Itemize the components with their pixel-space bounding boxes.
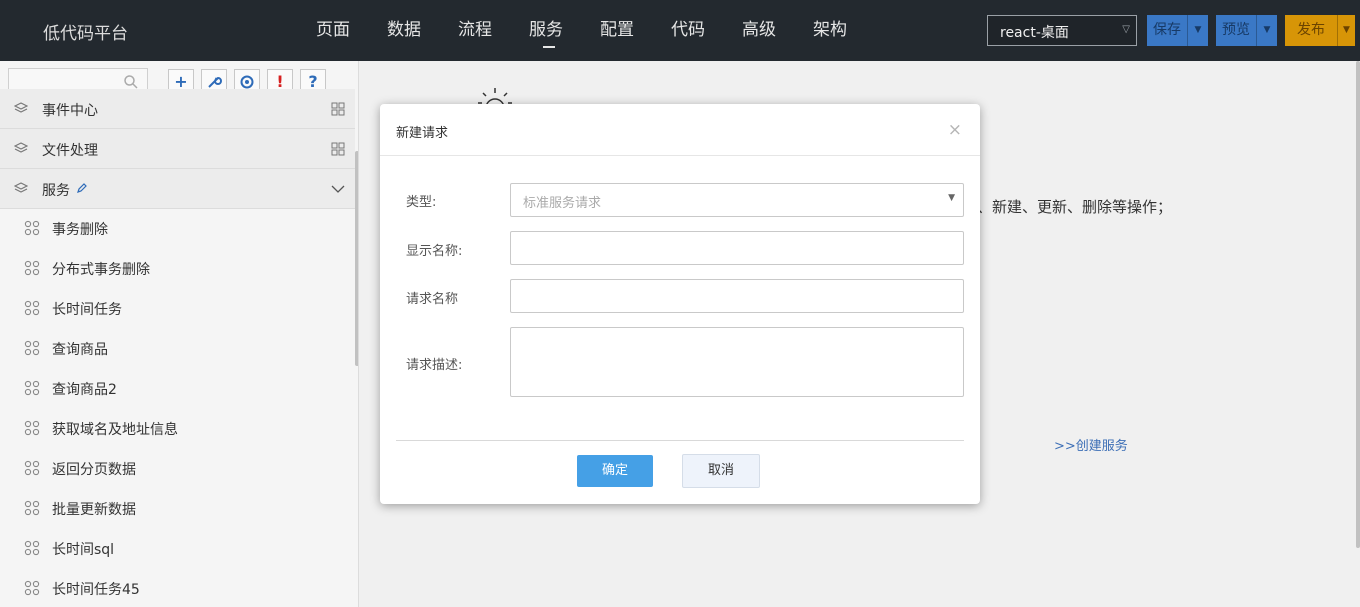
edit-pencil-icon[interactable]	[76, 182, 88, 194]
sidebar-item-service[interactable]: 长时间任务	[0, 288, 355, 328]
nav-item-data[interactable]: 数据	[387, 0, 421, 61]
sidebar-item-label: 返回分页数据	[52, 462, 136, 478]
app-logo: 低代码平台	[43, 24, 128, 44]
new-request-dialog: 新建请求 × 类型: 标准服务请求 ▼ 显示名称: 请求名称 请求描述: 确定 …	[380, 104, 980, 504]
target-icon	[240, 75, 254, 89]
service-hint-text: 询、新建、更新、删除等操作；	[962, 198, 1173, 216]
nav-item-advanced[interactable]: 高级	[742, 0, 776, 61]
sidebar-item-label: 获取域名及地址信息	[52, 422, 178, 438]
nav-item-config[interactable]: 配置	[600, 0, 634, 61]
display-name-input[interactable]	[510, 231, 964, 265]
preview-button[interactable]: 预览	[1216, 15, 1256, 46]
service-node-icon	[24, 500, 40, 516]
service-node-icon	[24, 260, 40, 276]
env-select-value: react-桌面	[1000, 25, 1069, 41]
grid-icon	[331, 142, 345, 156]
sidebar-group-label: 文件处理	[42, 143, 98, 159]
dialog-title: 新建请求	[396, 126, 449, 141]
dialog-divider	[396, 440, 964, 441]
chevron-down-icon: ▽	[1122, 24, 1130, 35]
nav-item-services[interactable]: 服务	[529, 0, 563, 61]
service-node-icon	[24, 580, 40, 596]
main-scrollbar[interactable]	[1356, 61, 1360, 548]
sidebar-item-label: 长时间sql	[52, 542, 115, 558]
sidebar-item-service[interactable]: 长时间任务45	[0, 568, 355, 607]
service-node-icon	[24, 380, 40, 396]
service-node-icon	[24, 420, 40, 436]
save-dropdown-icon[interactable]: ▼	[1187, 15, 1208, 46]
sidebar-item-service[interactable]: 分布式事务删除	[0, 248, 355, 288]
sidebar-item-label: 事务删除	[52, 222, 108, 238]
create-service-link[interactable]: >>创建服务	[1054, 435, 1128, 454]
request-description-textarea[interactable]	[510, 327, 964, 397]
chevron-down-icon[interactable]	[331, 182, 345, 196]
service-node-icon	[24, 340, 40, 356]
sidebar-item-service[interactable]: 事务删除	[0, 208, 355, 248]
sidebar-item-label: 分布式事务删除	[52, 262, 150, 278]
sidebar-group-label: 事件中心	[42, 103, 98, 119]
confirm-button[interactable]: 确定	[577, 455, 653, 487]
preview-dropdown-icon[interactable]: ▼	[1256, 15, 1277, 46]
sidebar-item-label: 查询商品	[52, 342, 108, 358]
save-button[interactable]: 保存	[1147, 15, 1187, 46]
layers-icon	[14, 102, 28, 113]
display-name-label: 显示名称:	[406, 244, 463, 259]
nav-item-flow[interactable]: 流程	[458, 0, 492, 61]
publish-dropdown-icon[interactable]: ▼	[1337, 15, 1355, 46]
nav-item-architecture[interactable]: 架构	[813, 0, 847, 61]
service-node-icon	[24, 220, 40, 236]
main-nav: 页面 数据 流程 服务 配置 代码 高级 架构	[316, 0, 884, 61]
nav-item-code[interactable]: 代码	[671, 0, 705, 61]
request-name-input[interactable]	[510, 279, 964, 313]
top-header: 低代码平台 页面 数据 流程 服务 配置 代码 高级 架构 react-桌面 ▽…	[0, 0, 1360, 61]
sidebar-group-events[interactable]: 事件中心	[0, 89, 355, 129]
sidebar-group-label: 服务	[42, 183, 70, 199]
close-icon[interactable]: ×	[948, 120, 962, 140]
layers-icon	[14, 182, 28, 193]
dialog-header: 新建请求 ×	[380, 104, 980, 156]
sidebar-scrollbar[interactable]	[355, 151, 358, 366]
type-select-value: 标准服务请求	[523, 196, 602, 211]
publish-button[interactable]: 发布	[1285, 15, 1337, 46]
nav-item-pages[interactable]: 页面	[316, 0, 350, 61]
preview-split-button: 预览 ▼	[1216, 15, 1277, 46]
grid-icon	[331, 102, 345, 116]
service-node-icon	[24, 460, 40, 476]
sidebar-item-service[interactable]: 查询商品	[0, 328, 355, 368]
sidebar-item-service[interactable]: 查询商品2	[0, 368, 355, 408]
service-node-icon	[24, 540, 40, 556]
sidebar-group-services[interactable]: 服务	[0, 169, 355, 209]
search-icon	[124, 75, 138, 89]
request-name-label: 请求名称	[406, 292, 459, 307]
publish-split-button: 发布 ▼	[1285, 15, 1355, 46]
type-label: 类型:	[406, 195, 437, 210]
sidebar-group-files[interactable]: 文件处理	[0, 129, 355, 169]
env-select[interactable]: react-桌面 ▽	[987, 15, 1137, 46]
sidebar-item-label: 长时间任务45	[52, 582, 140, 598]
sidebar-item-label: 长时间任务	[52, 302, 122, 318]
chevron-down-icon: ▼	[948, 193, 955, 203]
save-split-button: 保存 ▼	[1147, 15, 1208, 46]
request-description-label: 请求描述:	[406, 358, 463, 373]
sidebar-item-service[interactable]: 获取域名及地址信息	[0, 408, 355, 448]
type-select[interactable]: 标准服务请求 ▼	[510, 183, 964, 217]
wrench-icon	[208, 76, 222, 88]
cancel-button[interactable]: 取消	[682, 454, 760, 488]
service-node-icon	[24, 300, 40, 316]
sidebar-item-label: 查询商品2	[52, 382, 117, 398]
sidebar: + ! ? 事件中心 文件处理 服务 事务删除 分布式事务删除 长时间任务 查询…	[0, 61, 359, 607]
sidebar-item-label: 批量更新数据	[52, 502, 136, 518]
sidebar-item-service[interactable]: 返回分页数据	[0, 448, 355, 488]
layers-icon	[14, 142, 28, 153]
sidebar-item-service[interactable]: 长时间sql	[0, 528, 355, 568]
sidebar-item-service[interactable]: 批量更新数据	[0, 488, 355, 528]
